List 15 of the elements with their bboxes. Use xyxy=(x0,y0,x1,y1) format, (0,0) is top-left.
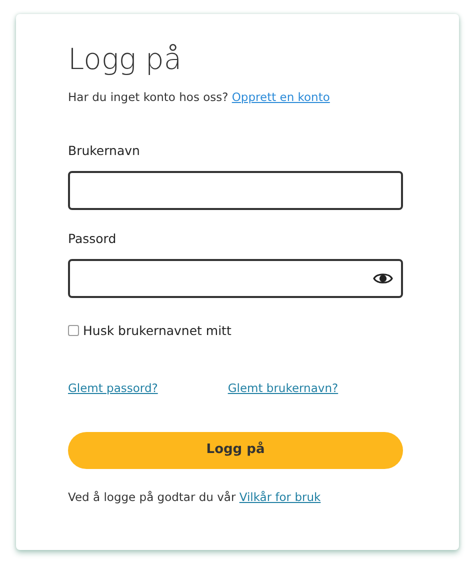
login-button[interactable]: Logg på xyxy=(68,432,403,469)
signup-prompt: Har du inget konto hos oss? Opprett en konto xyxy=(68,88,331,106)
field-label: Passord xyxy=(68,230,116,248)
page-title: Logg på xyxy=(68,42,183,77)
terms-text: Ved å logge på godtar du vår Vilkår for bruk xyxy=(68,488,322,506)
field-label: Brukernavn xyxy=(68,142,140,160)
link[interactable]: Opprett en konto xyxy=(232,90,330,104)
username-field[interactable] xyxy=(68,170,403,210)
help-link[interactable]: Glemt brukernavn? xyxy=(228,380,338,398)
link[interactable]: Vilkår for bruk xyxy=(239,490,321,504)
help-link[interactable]: Glemt passord? xyxy=(68,380,158,398)
remember-label[interactable]: Husk brukernavnet mitt xyxy=(83,322,232,340)
remember-checkbox[interactable] xyxy=(68,325,79,336)
password-field[interactable] xyxy=(68,258,403,298)
eye-icon[interactable] xyxy=(373,272,393,285)
